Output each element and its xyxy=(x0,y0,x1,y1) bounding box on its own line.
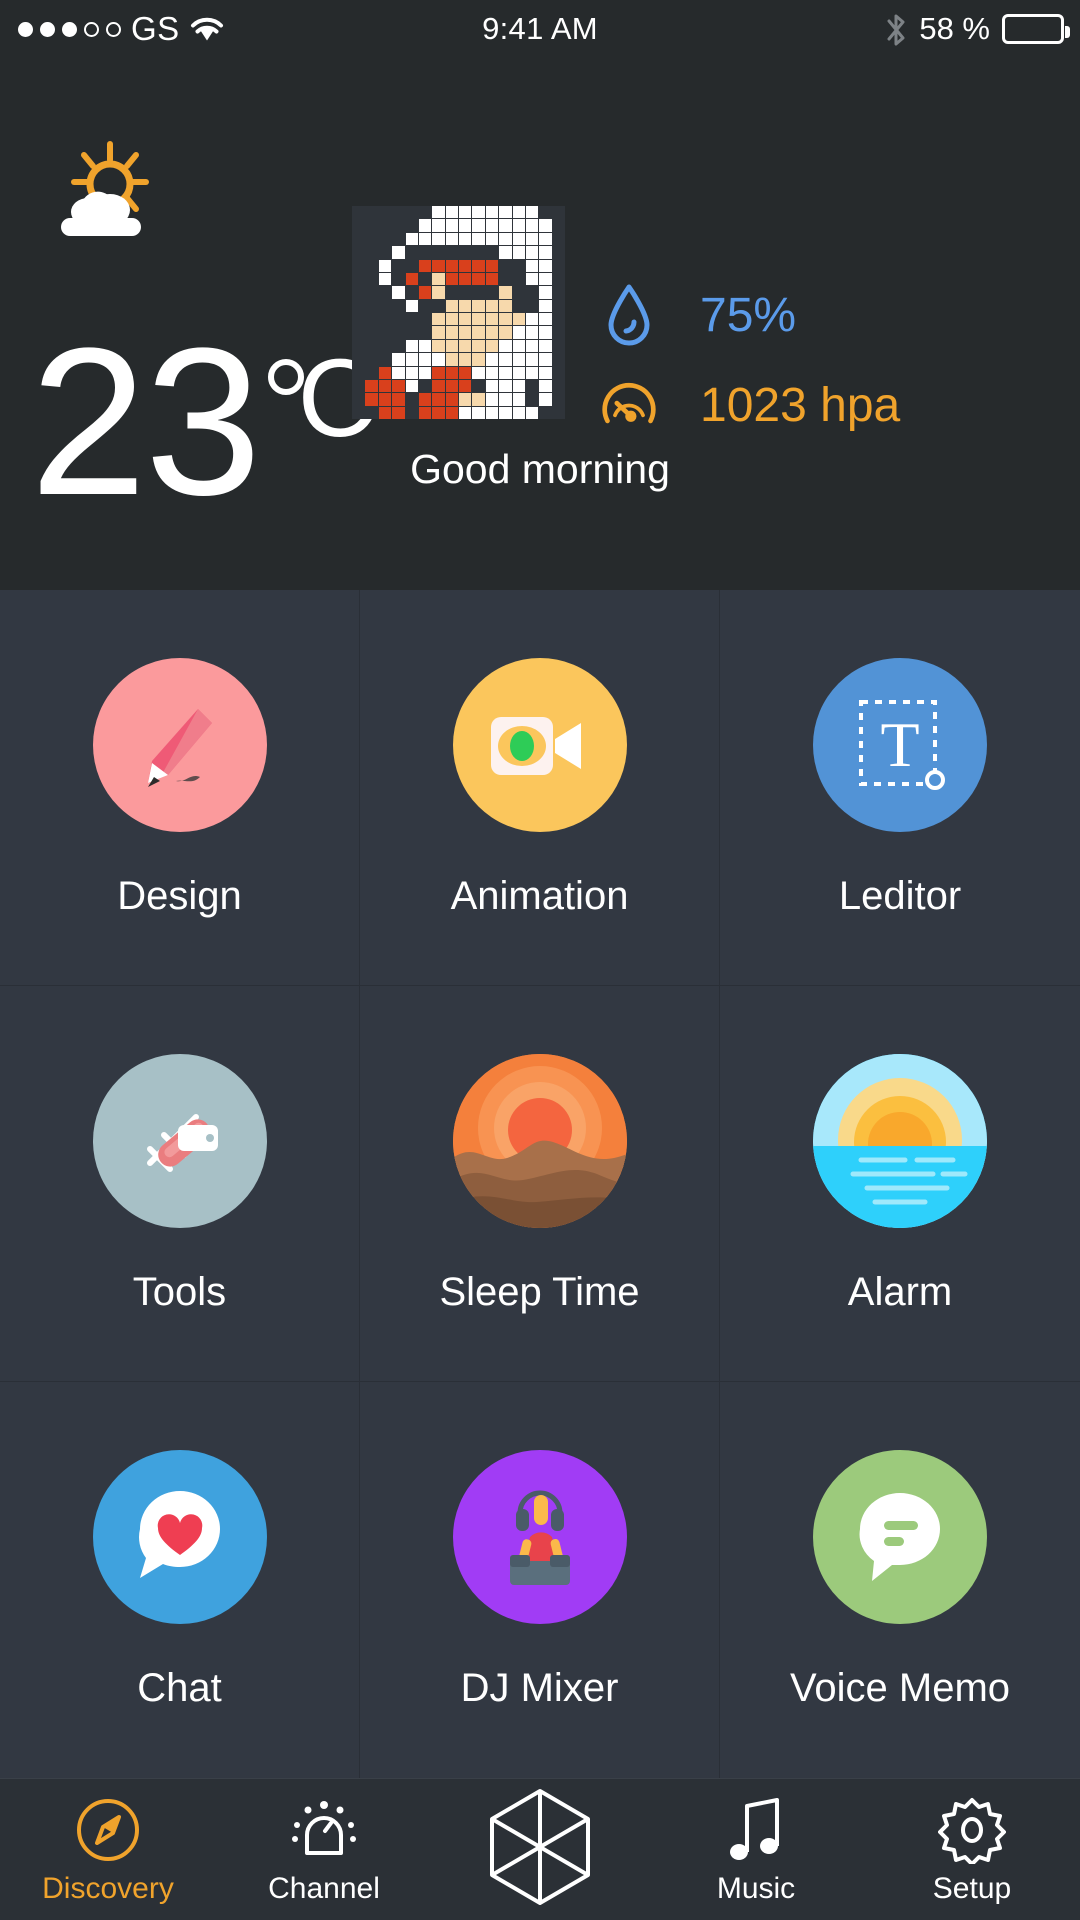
weather-metrics: 75% 1023 hpa xyxy=(600,280,900,460)
app-label: Tools xyxy=(132,1270,227,1314)
app-tile-voice-memo[interactable]: Voice Memo xyxy=(720,1382,1080,1778)
app-tile-tools[interactable]: Tools xyxy=(0,986,360,1382)
app-tile-alarm[interactable]: Alarm xyxy=(720,986,1080,1382)
gear-icon xyxy=(938,1794,1006,1866)
weather-panel: 23 C Good morning 75% 1023 hpa xyxy=(0,58,1080,590)
pencil-icon xyxy=(92,658,267,832)
app-tile-design[interactable]: Design xyxy=(0,590,360,986)
status-bar-right: 58 % xyxy=(885,11,1070,47)
app-label: Design xyxy=(117,874,242,918)
app-label: Animation xyxy=(450,874,629,918)
speech-bubble-icon xyxy=(813,1450,987,1624)
svg-text:T: T xyxy=(880,709,919,780)
app-label: Leditor xyxy=(838,874,962,918)
sunrise-sea-icon xyxy=(813,1054,987,1228)
nav-item-cube[interactable] xyxy=(432,1779,648,1920)
nav-label: Discovery xyxy=(42,1871,174,1905)
compass-icon xyxy=(75,1794,141,1866)
app-label: Sleep Time xyxy=(439,1270,640,1314)
bluetooth-icon xyxy=(885,13,907,46)
app-label: DJ Mixer xyxy=(460,1666,619,1710)
nav-label: Setup xyxy=(932,1871,1012,1905)
text-tool-icon: T xyxy=(813,658,987,832)
app-tile-leditor[interactable]: T Leditor xyxy=(720,590,1080,986)
status-bar: GS 9:41 AM 58 % xyxy=(0,0,1080,58)
nav-label: Channel xyxy=(268,1871,380,1905)
water-drop-icon xyxy=(600,282,658,348)
battery-icon xyxy=(1002,14,1070,44)
phone-screen: GS 9:41 AM 58 % 23 C Good morning 75% 10… xyxy=(0,0,1080,1920)
sunset-dunes-icon xyxy=(452,1054,627,1228)
app-tile-chat[interactable]: Chat xyxy=(0,1382,360,1778)
app-tile-dj-mixer[interactable]: DJ Mixer xyxy=(360,1382,720,1778)
video-camera-icon xyxy=(452,658,627,832)
bottom-nav-bar: Discovery Channel Music Setup xyxy=(0,1778,1080,1920)
pixel-art-avatar xyxy=(352,206,565,419)
app-label: Alarm xyxy=(847,1270,953,1314)
app-tile-animation[interactable]: Animation xyxy=(360,590,720,986)
humidity-value: 75% xyxy=(700,288,797,342)
pressure-metric: 1023 hpa xyxy=(600,370,900,440)
app-grid: Design Animation T Leditor Tools Sleep T… xyxy=(0,590,1080,1778)
sun-behind-cloud-icon xyxy=(48,136,158,246)
app-tile-sleep-time[interactable]: Sleep Time xyxy=(360,986,720,1382)
pressure-value: 1023 hpa xyxy=(700,378,901,432)
app-label: Chat xyxy=(137,1666,222,1710)
nav-item-music[interactable]: Music xyxy=(648,1779,864,1920)
nav-label: Music xyxy=(716,1871,796,1905)
app-label: Voice Memo xyxy=(789,1666,1011,1710)
bell-dome-icon xyxy=(285,1794,363,1866)
nav-item-channel[interactable]: Channel xyxy=(216,1779,432,1920)
dj-person-icon xyxy=(452,1450,627,1624)
greeting-text: Good morning xyxy=(410,446,670,492)
music-note-icon xyxy=(725,1794,787,1866)
heart-bubble-icon xyxy=(92,1450,267,1624)
barometer-gauge-icon xyxy=(600,374,658,436)
swiss-knife-icon xyxy=(92,1054,267,1228)
humidity-metric: 75% xyxy=(600,280,900,350)
cube-icon xyxy=(485,1788,595,1905)
battery-percent-label: 58 % xyxy=(919,11,990,46)
nav-item-setup[interactable]: Setup xyxy=(864,1779,1080,1920)
nav-item-discovery[interactable]: Discovery xyxy=(0,1779,216,1920)
